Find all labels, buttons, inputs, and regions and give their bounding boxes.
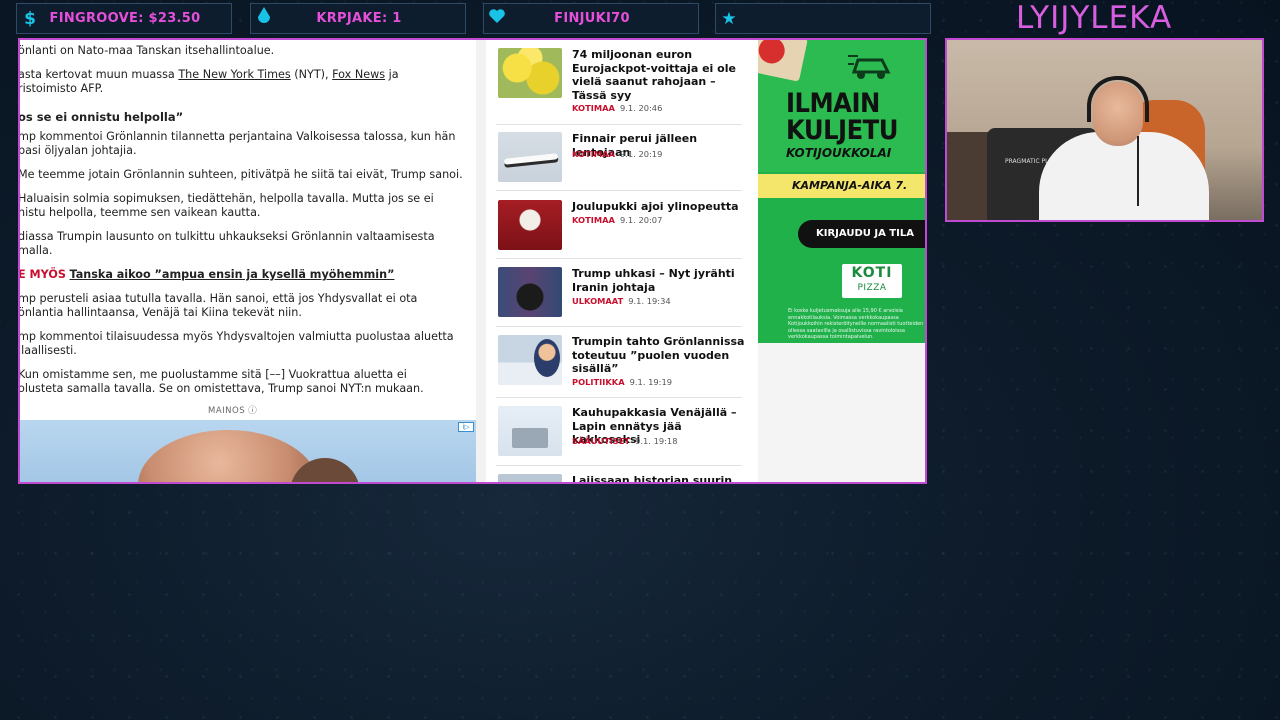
news-thumbnail — [498, 48, 562, 98]
inline-ad-image[interactable]: i▷ — [20, 420, 476, 482]
article-paragraph: malla. — [20, 244, 53, 257]
news-time: 9.1. 19:18 — [635, 436, 678, 446]
article-paragraph: asta kertovat muun muassa The New York T… — [20, 68, 399, 81]
column-divider — [476, 40, 486, 482]
news-category: KOTIMAA — [572, 149, 615, 159]
kotipizza-logo: KOTI PIZZA — [840, 262, 904, 300]
news-meta: KOTIMAA 9.1. 20:46 — [572, 103, 662, 113]
news-title[interactable]: Trump uhkasi – Nyt jyrähti Iranin johtaj… — [572, 267, 747, 294]
news-item[interactable]: Joulupukki ajoi ylinopeutta KOTIMAA 9.1. … — [496, 200, 742, 259]
news-list: 74 miljoonan euron Eurojackpot-voittaja … — [486, 40, 756, 482]
ad-fine-print: Ei koske kuljetusmaksuja alle 15,90 € ar… — [788, 308, 924, 340]
news-item[interactable]: Trumpin tahto Grönlannissa toteutuu ”puo… — [496, 335, 744, 398]
article-paragraph: pasi öljyalan johtajia. — [20, 144, 137, 157]
news-item[interactable]: Trump uhkasi – Nyt jyrähti Iranin johtaj… — [496, 267, 742, 327]
article-paragraph: önlanti on Nato-maa Tanskan itsehallinto… — [20, 44, 275, 57]
news-category: KOTIMAA — [572, 215, 615, 225]
news-meta: ULKOMAAT 9.1. 19:34 — [572, 296, 671, 306]
latest-follower-label: FINJUKI70 — [554, 11, 630, 26]
heart-icon — [484, 8, 510, 29]
article-paragraph: diassa Trumpin lausunto on tulkittu uhka… — [20, 230, 435, 243]
article-paragraph: Kun omistamme sen, me puolustamme sitä [… — [20, 368, 407, 381]
headphones-icon — [1087, 76, 1149, 122]
pizza-box-graphic — [758, 40, 808, 82]
news-title[interactable]: Lajissaan historian suurin — [572, 474, 747, 482]
ad-headline: ILMAIN KULJETU — [786, 88, 898, 146]
ad-label: MAINOS ⓘ — [208, 406, 258, 416]
dollar-icon: $ — [24, 8, 36, 29]
streamer-name: LYIJYLEKA — [1016, 0, 1173, 36]
latest-donation-label: FINGROOVE: $23.50 — [49, 11, 201, 26]
ad-campaign-band: KAMPANJA-AIKA 7. — [758, 174, 925, 198]
news-meta: KOTIMAA 9.1. 20:07 — [572, 215, 662, 225]
article-paragraph: Haluaisin solmia sopimuksen, tiedättehän… — [20, 192, 434, 205]
article-paragraph: Me teemme jotain Grönlannin suhteen, pit… — [20, 168, 463, 181]
read-also: E MYÖS Tanska aikoo ”ampua ensin ja kyse… — [20, 268, 468, 282]
read-also-link[interactable]: Tanska aikoo ”ampua ensin ja kysellä myö… — [70, 268, 395, 281]
article-paragraph: mp perusteli asiaa tutulla tavalla. Hän … — [20, 292, 418, 305]
news-title[interactable]: 74 miljoonan euron Eurojackpot-voittaja … — [572, 48, 747, 102]
kotipizza-ad[interactable]: ILMAIN KULJETU KOTIJOUKKOLAI KAMPANJA-AI… — [758, 40, 925, 343]
news-meta: SÄÄUUTISET 9.1. 19:18 — [572, 436, 677, 446]
ad-top-area: ILMAIN KULJETU KOTIJOUKKOLAI — [758, 40, 925, 172]
article-paragraph: önlantia hallintaansa, Venäjä tai Kiina … — [20, 306, 302, 319]
article-paragraph: mp kommentoi tilaisuudessa myös Yhdysval… — [20, 330, 454, 343]
article-paragraph: nistu helpolla, teemme sen vaikean kautt… — [20, 206, 261, 219]
latest-bits-box: KRPJAKE: 1 — [250, 3, 466, 34]
news-time: 9.1. 20:07 — [619, 215, 663, 225]
news-thumbnail — [498, 267, 562, 317]
news-time: 9.1. 19:34 — [628, 296, 671, 306]
latest-sub-box: ★ — [715, 3, 931, 34]
news-category: POLITIIKKA — [572, 377, 625, 387]
article-paragraph: ristoimisto AFP. — [20, 82, 104, 95]
read-also-label: E MYÖS — [20, 268, 66, 281]
latest-follower-box: FINJUKI70 — [483, 3, 699, 34]
stream-overlay-bar: $ FINGROOVE: $23.50 KRPJAKE: 1 FINJUKI70… — [16, 3, 931, 34]
news-time: 9.1. 20:46 — [619, 103, 663, 113]
news-thumbnail — [498, 474, 562, 482]
adchoices-icon[interactable]: i▷ — [458, 422, 474, 432]
article-paragraph: ilaallisesti. — [20, 344, 77, 357]
ad-cta-button[interactable]: KIRJAUDU JA TILA — [798, 220, 925, 248]
ad-subheadline: KOTIJOUKKOLAI — [786, 146, 892, 160]
bits-drop-icon — [251, 7, 277, 30]
news-time: 9.1. 19:19 — [629, 377, 673, 387]
news-thumbnail — [498, 335, 562, 385]
sidebar-blank — [758, 343, 925, 482]
news-category: ULKOMAAT — [572, 296, 624, 306]
article-body: önlanti on Nato-maa Tanskan itsehallinto… — [20, 40, 476, 482]
news-item[interactable]: Lajissaan historian suurin — [496, 474, 742, 482]
webcam-feed: PRAGMATIC PLAY — [945, 38, 1264, 222]
latest-donation-box: $ FINGROOVE: $23.50 — [16, 3, 232, 34]
news-title[interactable]: Joulupukki ajoi ylinopeutta — [572, 200, 747, 214]
nyt-link[interactable]: The New York Times — [178, 68, 290, 81]
news-meta: KOTIMAA 9.1. 20:19 — [572, 149, 662, 159]
news-thumbnail — [498, 406, 562, 456]
news-item[interactable]: 74 miljoonan euron Eurojackpot-voittaja … — [496, 48, 742, 125]
browser-capture: önlanti on Nato-maa Tanskan itsehallinto… — [18, 38, 927, 484]
news-time: 9.1. 20:19 — [619, 149, 663, 159]
news-item[interactable]: Finnair perui jälleen lentojaan KOTIMAA 9… — [496, 132, 742, 191]
latest-bits-label: KRPJAKE: 1 — [316, 11, 402, 26]
news-item[interactable]: Kauhupakkasia Venäjällä – Lapin ennätys … — [496, 406, 742, 466]
delivery-car-icon — [846, 48, 896, 88]
article-paragraph: mp kommentoi Grönlannin tilannetta perja… — [20, 130, 456, 143]
fox-news-link[interactable]: Fox News — [332, 68, 385, 81]
news-thumbnail — [498, 200, 562, 250]
star-icon: ★ — [721, 8, 737, 29]
ad-person-face — [138, 430, 318, 482]
news-title[interactable]: Trumpin tahto Grönlannissa toteutuu ”puo… — [572, 335, 747, 376]
news-category: SÄÄUUTISET — [572, 436, 631, 446]
microphone-cable — [1137, 136, 1139, 206]
webcam-streamer-body — [1039, 132, 1209, 220]
article-subheading: os se ei onnistu helpolla” — [20, 110, 184, 124]
article-paragraph: olusteta samalla tavalla. Se on omistett… — [20, 382, 424, 395]
news-category: KOTIMAA — [572, 103, 615, 113]
news-thumbnail — [498, 132, 562, 182]
news-meta: POLITIIKKA 9.1. 19:19 — [572, 377, 672, 387]
